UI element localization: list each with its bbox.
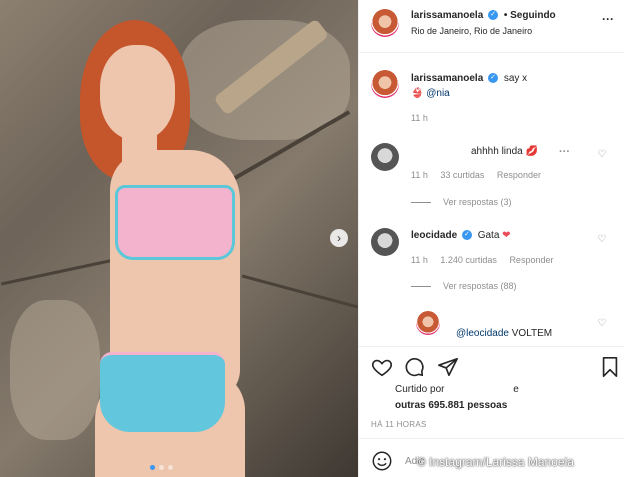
view-replies-row[interactable]: Ver respostas (3) <box>411 197 512 207</box>
comment-time[interactable]: 11 h <box>411 255 428 265</box>
header-username[interactable]: larissamanoela <box>411 10 483 21</box>
reply-text: VOLTEM <box>511 328 553 339</box>
caption-mention-row: 👙 @nia <box>411 88 450 99</box>
divider-dash <box>411 202 431 204</box>
author-avatar[interactable] <box>371 9 399 37</box>
comment-row: ahhhh linda 💋 <box>411 146 538 157</box>
red-heart-emoji-icon: ❤ <box>502 230 511 241</box>
comment-time[interactable]: 11 h <box>411 170 428 180</box>
comment-meta: 11 h 1.240 curtidas Responder <box>411 255 553 265</box>
bikini-emoji-icon: 👙 <box>411 88 424 99</box>
comment-like-heart-icon[interactable]: ♡ <box>597 319 607 329</box>
bikini-top <box>115 185 235 260</box>
comment-row: leocidade ✓ Gata ❤ <box>411 230 511 241</box>
verified-badge-icon: ✓ <box>461 230 472 241</box>
divider <box>359 346 624 347</box>
commenter-avatar[interactable] <box>371 228 399 256</box>
liked-by-connector: e <box>513 384 519 395</box>
comment-text: ahhhh linda <box>471 146 523 157</box>
save-bookmark-icon[interactable] <box>599 356 621 378</box>
rock-crack <box>0 257 120 286</box>
more-options-icon[interactable]: ··· <box>602 12 614 26</box>
caption-avatar[interactable] <box>371 70 399 98</box>
post-photo[interactable]: › <box>0 0 358 477</box>
carousel-dot <box>168 465 173 470</box>
divider <box>359 52 624 53</box>
post-timestamp[interactable]: HÁ 11 HORAS <box>371 420 427 429</box>
verified-badge-icon: ✓ <box>488 73 499 84</box>
comment-bubble-icon[interactable] <box>403 356 425 378</box>
comment-like-heart-icon[interactable]: ♡ <box>597 150 607 160</box>
comment-meta: 11 h 33 curtidas Responder <box>411 170 541 180</box>
comment-text: Gata <box>477 230 500 241</box>
follow-status[interactable]: • Seguindo <box>504 10 556 21</box>
liked-by-row: Curtido por e <box>395 384 519 395</box>
comment-more-icon[interactable]: ··· <box>559 146 570 158</box>
caption-text: say x <box>503 73 528 84</box>
verified-badge-icon: ✓ <box>488 10 499 21</box>
reply-avatar[interactable] <box>416 311 440 335</box>
view-replies-link[interactable]: Ver respostas (88) <box>443 281 517 291</box>
rock-highlight <box>10 300 100 440</box>
bikini-bottom <box>100 352 225 432</box>
comment-like-heart-icon[interactable]: ♡ <box>597 235 607 245</box>
caption-username[interactable]: larissamanoela <box>411 73 483 84</box>
reply-mention-link[interactable]: @leocidade <box>456 328 509 339</box>
liked-by-prefix: Curtido por <box>395 384 445 395</box>
share-direct-icon[interactable] <box>437 356 459 378</box>
comment-likes[interactable]: 1.240 curtidas <box>440 255 497 265</box>
view-replies-link[interactable]: Ver respostas (3) <box>443 197 512 207</box>
carousel-dots <box>150 465 173 470</box>
caption-row: larissamanoela ✓ say x <box>411 73 527 84</box>
kiss-emoji-icon: 💋 <box>525 146 538 157</box>
like-heart-icon[interactable] <box>371 356 393 378</box>
comment-reply-button[interactable]: Responder <box>509 255 553 265</box>
divider-dash <box>411 286 431 288</box>
likes-count[interactable]: outras 695.881 pessoas <box>395 400 507 411</box>
caption-time[interactable]: 11 h <box>411 113 428 123</box>
comment-username[interactable]: leocidade <box>411 230 457 241</box>
emoji-smiley-icon[interactable] <box>371 450 393 472</box>
carousel-dot <box>159 465 164 470</box>
face <box>100 45 175 140</box>
comment-likes[interactable]: 33 curtidas <box>440 170 484 180</box>
reply-row: @leocidade VOLTEM <box>456 328 552 339</box>
photo-credit-watermark: © Instagram/Larissa Manoela <box>417 455 574 469</box>
rock-crack <box>241 274 358 309</box>
carousel-dot <box>150 465 155 470</box>
header-location[interactable]: Rio de Janeiro, Rio de Janeiro <box>411 26 532 36</box>
carousel-next-button[interactable]: › <box>330 229 348 247</box>
commenter-avatar[interactable] <box>371 143 399 171</box>
comment-reply-button[interactable]: Responder <box>497 170 541 180</box>
header-title-row: larissamanoela ✓ • Seguindo <box>411 10 556 21</box>
post-side-panel: larissamanoela ✓ • Seguindo Rio de Janei… <box>358 0 624 477</box>
divider <box>359 438 624 439</box>
caption-mention-link[interactable]: @nia <box>426 88 450 99</box>
view-replies-row[interactable]: Ver respostas (88) <box>411 281 517 291</box>
